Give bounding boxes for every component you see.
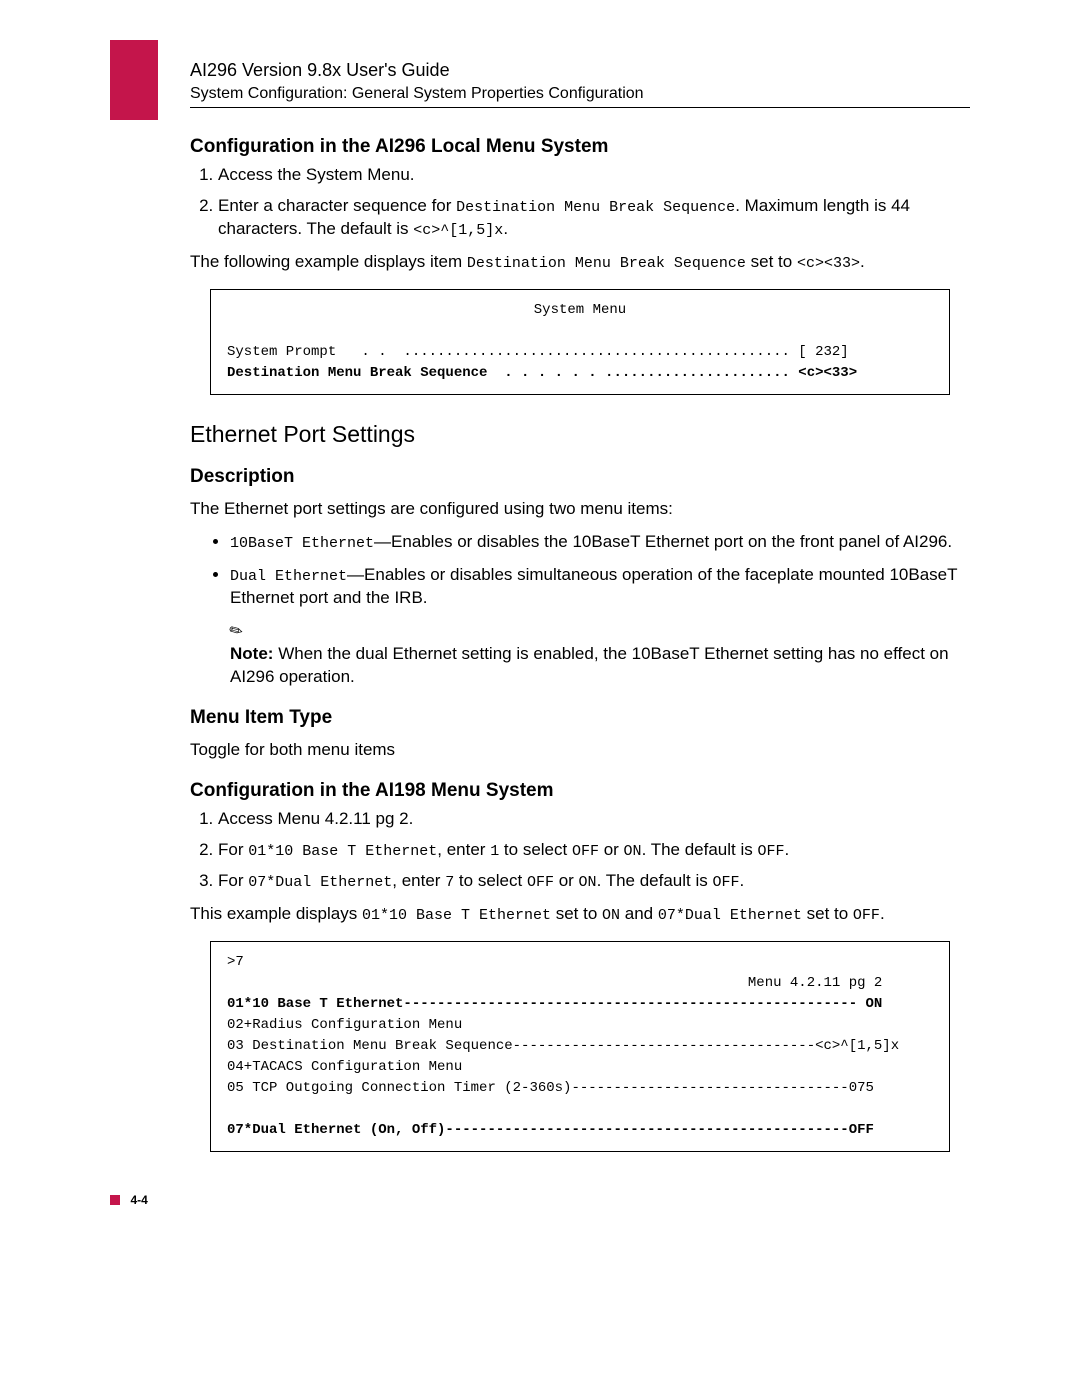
code-span: 01*10 Base T Ethernet [248, 843, 437, 860]
text: to select [454, 871, 527, 890]
text: set to [746, 252, 797, 271]
page-number: 4-4 [130, 1193, 147, 1207]
text: and [620, 904, 658, 923]
code-span: 1 [490, 843, 499, 860]
code-span: ON [579, 874, 597, 891]
heading-config-ai198: Configuration in the AI198 Menu System [190, 780, 970, 802]
code-span: Destination Menu Break Sequence [467, 255, 746, 272]
code-span: 7 [445, 874, 454, 891]
list-item: For 07*Dual Ethernet, enter 7 to select … [218, 870, 970, 893]
terminal-output-menu-4211: >7 Menu 4.2.11 pg 2 01*10 Base T Etherne… [210, 941, 950, 1152]
code-span: ON [624, 843, 642, 860]
code-span: ON [602, 907, 620, 924]
pencil-icon: ✎ [225, 619, 247, 644]
terminal-title: System Menu [227, 300, 933, 321]
text: or [599, 840, 624, 859]
text: . [880, 904, 885, 923]
code-span: Destination Menu Break Sequence [456, 199, 735, 216]
bullet-list: 10BaseT Ethernet—Enables or disables the… [190, 531, 970, 610]
list-item: 10BaseT Ethernet—Enables or disables the… [230, 531, 970, 554]
terminal-line: 05 TCP Outgoing Connection Timer (2-360s… [227, 1080, 874, 1096]
text: set to [551, 904, 602, 923]
brand-square [110, 40, 158, 120]
note-text: When the dual Ethernet setting is enable… [230, 644, 949, 686]
text: . The default is [642, 840, 758, 859]
heading-description: Description [190, 466, 970, 488]
code-span: 07*Dual Ethernet [658, 907, 802, 924]
code-span: 07*Dual Ethernet [248, 874, 392, 891]
paragraph: The following example displays item Dest… [190, 251, 970, 274]
text: or [554, 871, 579, 890]
heading-ethernet-port-settings: Ethernet Port Settings [190, 421, 970, 448]
code-span: 10BaseT Ethernet [230, 535, 374, 552]
text: , enter [437, 840, 490, 859]
text: . [503, 219, 508, 238]
list-item: Access the System Menu. [218, 164, 970, 187]
text: to select [499, 840, 572, 859]
text: . [785, 840, 790, 859]
paragraph: The Ethernet port settings are configure… [190, 498, 970, 521]
text: . The default is [597, 871, 713, 890]
text: —Enables or disables the 10BaseT Etherne… [374, 532, 952, 551]
terminal-line: Destination Menu Break Sequence . . . . … [227, 365, 857, 381]
page-footer: 4-4 [110, 1192, 970, 1210]
doc-subtitle: System Configuration: General System Pro… [190, 85, 970, 103]
terminal-output-system-menu: System Menu System Prompt . . ..........… [210, 289, 950, 395]
terminal-line: 03 Destination Menu Break Sequence------… [227, 1038, 899, 1054]
code-span: OFF [757, 843, 784, 860]
paragraph: This example displays 01*10 Base T Ether… [190, 903, 970, 926]
code-span: OFF [527, 874, 554, 891]
terminal-line: Menu 4.2.11 pg 2 [227, 975, 882, 991]
doc-title: AI296 Version 9.8x User's Guide [190, 60, 970, 81]
terminal-line: 02+Radius Configuration Menu [227, 1017, 462, 1033]
terminal-line: 01*10 Base T Ethernet-------------------… [227, 996, 882, 1012]
text: Enter a character sequence for [218, 196, 456, 215]
steps-ai198: Access Menu 4.2.11 pg 2. For 01*10 Base … [190, 808, 970, 893]
text: . [740, 871, 745, 890]
terminal-line: >7 [227, 954, 244, 970]
terminal-line: 07*Dual Ethernet (On, Off)--------------… [227, 1122, 874, 1138]
steps-ai296: Access the System Menu. Enter a characte… [190, 164, 970, 241]
list-item: Access Menu 4.2.11 pg 2. [218, 808, 970, 831]
note-label: Note: [230, 644, 273, 663]
text: This example displays [190, 904, 362, 923]
list-item: For 01*10 Base T Ethernet, enter 1 to se… [218, 839, 970, 862]
code-span: 01*10 Base T Ethernet [362, 907, 551, 924]
code-span: <c>^[1,5]x [413, 222, 503, 239]
code-span: OFF [712, 874, 739, 891]
text: For [218, 840, 248, 859]
heading-config-ai296: Configuration in the AI296 Local Menu Sy… [190, 136, 970, 158]
code-span: OFF [572, 843, 599, 860]
heading-menu-item-type: Menu Item Type [190, 707, 970, 729]
list-item: Enter a character sequence for Destinati… [218, 195, 970, 242]
list-item: Dual Ethernet—Enables or disables simult… [230, 564, 970, 610]
note-block: ✎ Note: When the dual Ethernet setting i… [230, 620, 970, 689]
text: . [860, 252, 865, 271]
page-header: AI296 Version 9.8x User's Guide System C… [190, 60, 970, 108]
paragraph: Toggle for both menu items [190, 739, 970, 762]
terminal-line: System Prompt . . ......................… [227, 344, 849, 360]
terminal-line: 04+TACACS Configuration Menu [227, 1059, 462, 1075]
code-span: OFF [853, 907, 880, 924]
text: , enter [392, 871, 445, 890]
code-span: <c><33> [797, 255, 860, 272]
code-span: Dual Ethernet [230, 568, 347, 585]
text: set to [802, 904, 853, 923]
text: The following example displays item [190, 252, 467, 271]
text: For [218, 871, 248, 890]
footer-square-icon [110, 1195, 120, 1205]
